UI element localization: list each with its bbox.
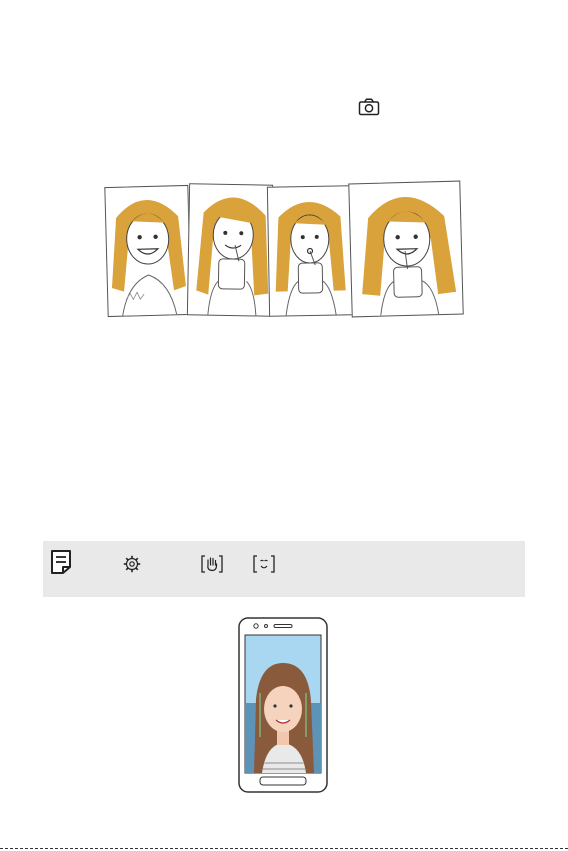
note-box (43, 541, 525, 597)
photo-frame-1 (104, 184, 192, 318)
camera-icon (358, 98, 380, 116)
photo-frame-3 (266, 185, 354, 317)
note-icon (51, 550, 71, 574)
face-auto-shot-icon (253, 555, 275, 573)
hand-gesture-icon (201, 555, 223, 573)
photo-frame-4 (348, 180, 464, 318)
selfie-girl (254, 663, 314, 773)
page-bottom-rule (0, 848, 568, 849)
gear-icon (123, 555, 141, 573)
photo-frame-2 (186, 183, 274, 317)
photo-sequence-illustration (104, 180, 464, 322)
smartphone-illustration (238, 617, 328, 793)
